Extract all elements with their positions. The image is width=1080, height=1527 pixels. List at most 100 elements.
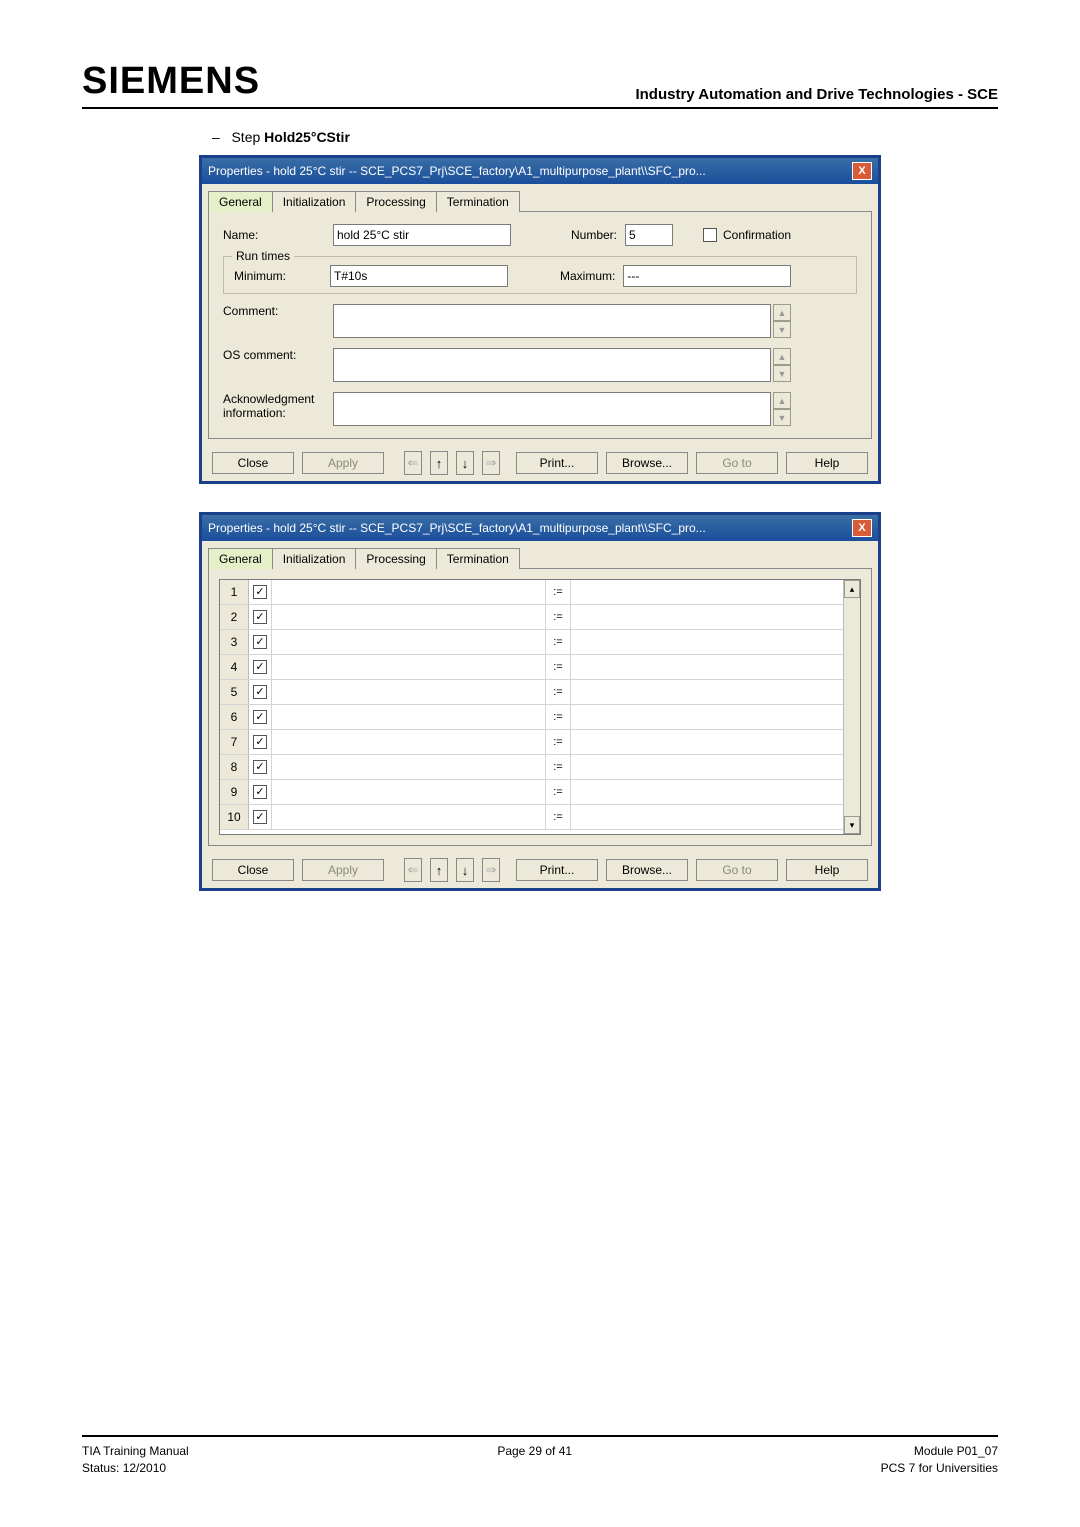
nav-up-icon[interactable]: ↑ xyxy=(430,451,448,475)
nav-down-icon[interactable]: ↓ xyxy=(456,858,474,882)
row-right-field[interactable] xyxy=(571,680,844,704)
scroll-up-icon[interactable]: ▲ xyxy=(773,304,791,321)
row-checkbox-cell xyxy=(249,680,272,704)
minimum-input[interactable] xyxy=(330,265,508,287)
print-button[interactable]: Print... xyxy=(516,859,598,881)
grid-row: 9:= xyxy=(220,780,860,805)
comment-textarea[interactable] xyxy=(333,304,771,338)
row-checkbox[interactable] xyxy=(253,710,267,724)
help-button[interactable]: Help xyxy=(786,859,868,881)
row-right-field[interactable] xyxy=(571,780,844,804)
scroll-down-icon[interactable]: ▼ xyxy=(773,365,791,382)
row-left-field[interactable] xyxy=(272,805,546,829)
tab-termination[interactable]: Termination xyxy=(436,191,520,212)
scroll-up-icon[interactable]: ▲ xyxy=(773,392,791,409)
print-button[interactable]: Print... xyxy=(516,452,598,474)
row-right-field[interactable] xyxy=(571,705,844,729)
row-checkbox[interactable] xyxy=(253,585,267,599)
row-checkbox[interactable] xyxy=(253,635,267,649)
row-left-field[interactable] xyxy=(272,780,546,804)
apply-button[interactable]: Apply xyxy=(302,452,384,474)
row-checkbox[interactable] xyxy=(253,610,267,624)
dialog-title: Properties - hold 25°C stir -- SCE_PCS7_… xyxy=(208,521,706,535)
grid-row: 7:= xyxy=(220,730,860,755)
initialization-grid: 1:=2:=3:=4:=5:=6:=7:=8:=9:=10:= ▴ ▾ xyxy=(219,579,861,835)
nav-back-icon[interactable]: ⇐ xyxy=(404,451,422,475)
assign-operator: := xyxy=(546,680,571,704)
help-button[interactable]: Help xyxy=(786,452,868,474)
tab-termination[interactable]: Termination xyxy=(436,548,520,569)
row-left-field[interactable] xyxy=(272,755,546,779)
row-right-field[interactable] xyxy=(571,805,844,829)
oscomment-textarea[interactable] xyxy=(333,348,771,382)
scroll-down-icon[interactable]: ▼ xyxy=(773,321,791,338)
close-icon[interactable]: X xyxy=(852,162,872,180)
row-left-field[interactable] xyxy=(272,680,546,704)
row-right-field[interactable] xyxy=(571,605,844,629)
grid-row: 1:= xyxy=(220,580,860,605)
apply-button[interactable]: Apply xyxy=(302,859,384,881)
tab-general[interactable]: General xyxy=(208,548,273,569)
row-number: 6 xyxy=(220,705,249,729)
confirmation-checkbox[interactable] xyxy=(703,228,717,242)
row-checkbox[interactable] xyxy=(253,785,267,799)
row-left-field[interactable] xyxy=(272,580,546,604)
grid-row: 8:= xyxy=(220,755,860,780)
tab-general[interactable]: General xyxy=(208,191,273,212)
row-checkbox-cell xyxy=(249,705,272,729)
goto-button[interactable]: Go to xyxy=(696,859,778,881)
confirmation-label: Confirmation xyxy=(723,228,791,242)
siemens-logo: SIEMENS xyxy=(82,60,260,103)
goto-button[interactable]: Go to xyxy=(696,452,778,474)
close-icon[interactable]: X xyxy=(852,519,872,537)
row-left-field[interactable] xyxy=(272,630,546,654)
name-input[interactable] xyxy=(333,224,511,246)
row-right-field[interactable] xyxy=(571,655,844,679)
dialog-title: Properties - hold 25°C stir -- SCE_PCS7_… xyxy=(208,164,706,178)
row-right-field[interactable] xyxy=(571,755,844,779)
maximum-input[interactable] xyxy=(623,265,791,287)
number-input[interactable] xyxy=(625,224,673,246)
row-left-field[interactable] xyxy=(272,730,546,754)
assign-operator: := xyxy=(546,780,571,804)
nav-forward-icon[interactable]: ⇒ xyxy=(482,858,500,882)
scroll-up-icon[interactable]: ▴ xyxy=(844,580,860,598)
browse-button[interactable]: Browse... xyxy=(606,859,688,881)
tab-strip: General Initialization Processing Termin… xyxy=(208,190,872,211)
runtimes-legend: Run times xyxy=(232,249,294,263)
nav-forward-icon[interactable]: ⇒ xyxy=(482,451,500,475)
scroll-down-icon[interactable]: ▼ xyxy=(773,409,791,426)
row-left-field[interactable] xyxy=(272,655,546,679)
row-right-field[interactable] xyxy=(571,730,844,754)
row-left-field[interactable] xyxy=(272,605,546,629)
ack-textarea[interactable] xyxy=(333,392,771,426)
row-checkbox[interactable] xyxy=(253,760,267,774)
nav-down-icon[interactable]: ↓ xyxy=(456,451,474,475)
tab-initialization[interactable]: Initialization xyxy=(272,548,357,569)
titlebar[interactable]: Properties - hold 25°C stir -- SCE_PCS7_… xyxy=(202,515,878,541)
grid-row: 4:= xyxy=(220,655,860,680)
step-prefix: Step xyxy=(231,129,260,145)
titlebar[interactable]: Properties - hold 25°C stir -- SCE_PCS7_… xyxy=(202,158,878,184)
row-checkbox[interactable] xyxy=(253,735,267,749)
nav-up-icon[interactable]: ↑ xyxy=(430,858,448,882)
row-checkbox[interactable] xyxy=(253,660,267,674)
tab-processing[interactable]: Processing xyxy=(355,191,436,212)
row-right-field[interactable] xyxy=(571,630,844,654)
nav-back-icon[interactable]: ⇐ xyxy=(404,858,422,882)
row-checkbox-cell xyxy=(249,780,272,804)
row-right-field[interactable] xyxy=(571,580,844,604)
scroll-down-icon[interactable]: ▾ xyxy=(844,816,860,834)
footer-right-1: Module P01_07 xyxy=(881,1443,998,1460)
tab-strip: General Initialization Processing Termin… xyxy=(208,547,872,568)
scroll-up-icon[interactable]: ▲ xyxy=(773,348,791,365)
tab-processing[interactable]: Processing xyxy=(355,548,436,569)
close-button[interactable]: Close xyxy=(212,452,294,474)
row-left-field[interactable] xyxy=(272,705,546,729)
tab-initialization[interactable]: Initialization xyxy=(272,191,357,212)
close-button[interactable]: Close xyxy=(212,859,294,881)
vertical-scrollbar[interactable]: ▴ ▾ xyxy=(843,580,860,834)
browse-button[interactable]: Browse... xyxy=(606,452,688,474)
row-checkbox[interactable] xyxy=(253,810,267,824)
row-checkbox[interactable] xyxy=(253,685,267,699)
